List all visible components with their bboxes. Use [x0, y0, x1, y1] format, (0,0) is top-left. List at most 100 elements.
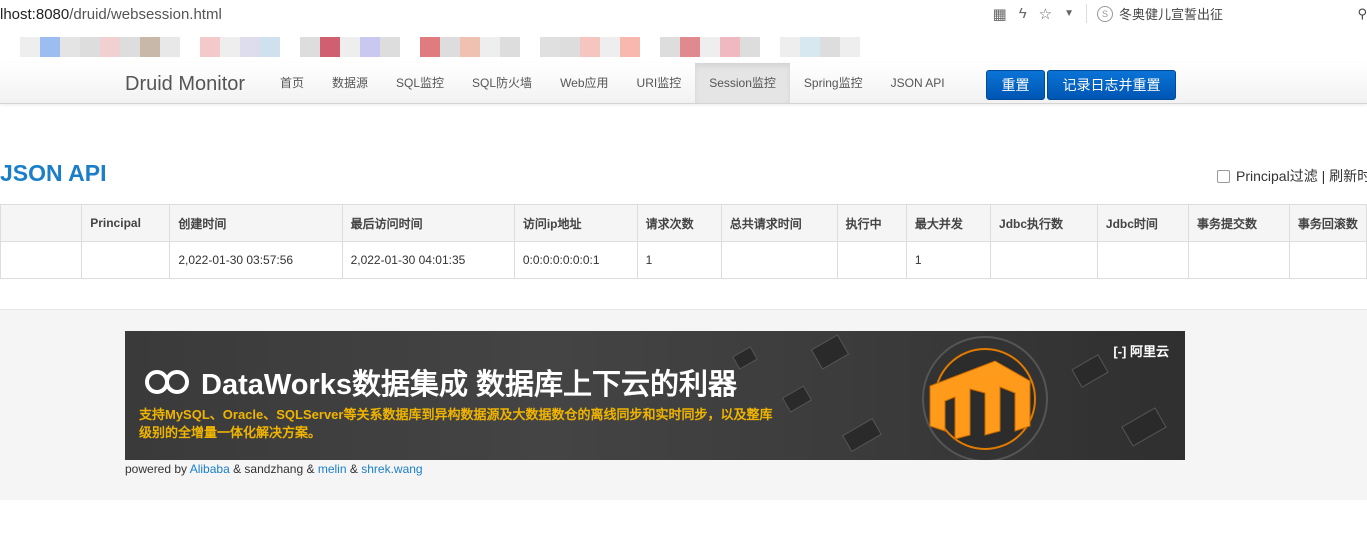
col-rollback-count[interactable]: 事务回滚数: [1288, 204, 1367, 242]
col-request-count[interactable]: 请求次数: [636, 204, 722, 242]
cell-remote-address: 0:0:0:0:0:0:0:1: [513, 241, 638, 279]
cell-rollback-count: [1288, 241, 1367, 279]
col-remote-address[interactable]: 访问ip地址: [513, 204, 638, 242]
star-icon[interactable]: ☆: [1039, 5, 1052, 23]
bookmark-tile[interactable]: [320, 37, 340, 57]
col-sessionid[interactable]: [0, 204, 83, 242]
principal-filter-checkbox[interactable]: [1217, 169, 1230, 183]
col-principal[interactable]: Principal: [81, 204, 171, 242]
alibaba-link[interactable]: Alibaba: [190, 462, 230, 476]
bookmark-tile[interactable]: [480, 37, 500, 57]
browser-toolbar: ▦ ϟ ☆ ▼ S 冬奥健儿宣誓出征 ⚲: [993, 4, 1367, 23]
col-jdbc-exec-count[interactable]: Jdbc执行数: [990, 204, 1098, 242]
col-last-access-time[interactable]: 最后访问时间: [341, 204, 515, 242]
bookmark-tile[interactable]: [240, 37, 260, 57]
bookmark-tile[interactable]: [220, 37, 240, 57]
cell-sessionid: [0, 241, 83, 279]
bookmark-tile[interactable]: [0, 37, 20, 57]
reset-button[interactable]: 重置: [986, 70, 1045, 100]
bookmark-tile[interactable]: [800, 37, 820, 57]
url-field[interactable]: lhost:8080/druid/websession.html: [0, 6, 222, 23]
bookmark-tile[interactable]: [260, 37, 280, 57]
nav-home[interactable]: 首页: [266, 63, 318, 103]
col-max-concurrent[interactable]: 最大并发: [905, 204, 992, 242]
log-and-reset-button[interactable]: 记录日志并重置: [1047, 70, 1176, 100]
bookmark-tile[interactable]: [720, 37, 740, 57]
powered-by-label: powered by: [125, 462, 188, 476]
bookmark-tile[interactable]: [580, 37, 600, 57]
aliyun-label: 阿里云: [1129, 344, 1169, 359]
col-request-time[interactable]: 总共请求时间: [720, 204, 838, 242]
bookmark-tile[interactable]: [840, 37, 860, 57]
bookmark-tile[interactable]: [460, 37, 480, 57]
nav-datasource[interactable]: 数据源: [318, 63, 382, 103]
bookmark-tile[interactable]: [180, 37, 200, 57]
bookmark-tile[interactable]: [300, 37, 320, 57]
bookmark-tile[interactable]: [680, 37, 700, 57]
brand-title[interactable]: Druid Monitor: [125, 73, 245, 96]
bookmark-tile[interactable]: [700, 37, 720, 57]
bookmark-tile[interactable]: [280, 37, 300, 57]
dataworks-ad-banner[interactable]: [-] 阿里云 DataWorks数据集成 数据库上下云的利器 支持MySQL、…: [125, 331, 1185, 460]
bookmark-tile[interactable]: [760, 37, 780, 57]
bookmark-tile[interactable]: [120, 37, 140, 57]
nav-json-api[interactable]: JSON API: [877, 63, 959, 103]
cell-jdbc-exec-count: [990, 241, 1098, 279]
bookmark-tile[interactable]: [80, 37, 100, 57]
url-host: lhost:8080: [0, 6, 70, 23]
search-icon[interactable]: ⚲: [1357, 6, 1367, 22]
nav-sql-monitor[interactable]: SQL监控: [382, 63, 458, 103]
bookmark-tile[interactable]: [600, 37, 620, 57]
nav-sql-firewall[interactable]: SQL防火墙: [458, 63, 546, 103]
lightning-icon[interactable]: ϟ: [1019, 5, 1027, 22]
bookmark-tile[interactable]: [20, 37, 40, 57]
bookmark-tile[interactable]: [140, 37, 160, 57]
bookmark-tile[interactable]: [660, 37, 680, 57]
bookmark-tile[interactable]: [100, 37, 120, 57]
cell-running: [836, 241, 907, 279]
bookmark-tile[interactable]: [740, 37, 760, 57]
session-table: Principal 创建时间 最后访问时间 访问ip地址 请求次数 总共请求时间…: [0, 204, 1367, 279]
bookmark-tile[interactable]: [640, 37, 660, 57]
col-running[interactable]: 执行中: [836, 204, 907, 242]
col-commit-count[interactable]: 事务提交数: [1187, 204, 1290, 242]
powered-by-sep2: &: [349, 462, 358, 476]
banner-subtitle: 支持MySQL、Oracle、SQLServer等关系数据库到异构数据源及大数据…: [139, 407, 773, 440]
table-row: 2,022-01-30 03:57:56 2,022-01-30 04:01:3…: [0, 241, 1367, 279]
bookmark-tile[interactable]: [60, 37, 80, 57]
melin-link[interactable]: melin: [318, 462, 347, 476]
cell-commit-count: [1187, 241, 1290, 279]
bookmark-tile[interactable]: [540, 37, 560, 57]
col-jdbc-time[interactable]: Jdbc时间: [1096, 204, 1189, 242]
bookmark-tile[interactable]: [560, 37, 580, 57]
top-navbar: Druid Monitor 首页 数据源 SQL监控 SQL防火墙 Web应用 …: [0, 63, 1367, 104]
qr-code-icon[interactable]: ▦: [993, 5, 1007, 23]
nav-session-monitor[interactable]: Session监控: [695, 63, 790, 103]
shrek-link[interactable]: shrek.wang: [361, 462, 422, 476]
bookmark-tile[interactable]: [420, 37, 440, 57]
bookmark-tile[interactable]: [620, 37, 640, 57]
bookmark-tile[interactable]: [160, 37, 180, 57]
nav-uri-monitor[interactable]: URI监控: [623, 63, 696, 103]
nav-web-app[interactable]: Web应用: [546, 63, 622, 103]
cell-max-concurrent: 1: [905, 241, 992, 279]
bookmark-tile[interactable]: [440, 37, 460, 57]
search-suggestion: 冬奥健儿宣誓出征: [1119, 7, 1224, 22]
bookmark-tile[interactable]: [200, 37, 220, 57]
browser-address-bar: lhost:8080/druid/websession.html ▦ ϟ ☆ ▼…: [0, 0, 1367, 30]
bookmark-tile[interactable]: [360, 37, 380, 57]
bookmark-tile[interactable]: [780, 37, 800, 57]
chevron-down-icon[interactable]: ▼: [1064, 8, 1074, 19]
nav-spring-monitor[interactable]: Spring监控: [790, 63, 877, 103]
bookmark-tile[interactable]: [40, 37, 60, 57]
bookmark-tile[interactable]: [340, 37, 360, 57]
bookmark-tile[interactable]: [400, 37, 420, 57]
banner-title-text: DataWorks数据集成 数据库上下云的利器: [201, 369, 738, 401]
bookmark-tile[interactable]: [380, 37, 400, 57]
browser-search-box[interactable]: S 冬奥健儿宣誓出征 ⚲: [1086, 4, 1367, 23]
bookmark-tile[interactable]: [820, 37, 840, 57]
cell-last-access-time: 2,022-01-30 04:01:35: [341, 241, 515, 279]
bookmark-tile[interactable]: [520, 37, 540, 57]
bookmark-tile[interactable]: [500, 37, 520, 57]
col-create-time[interactable]: 创建时间: [169, 204, 343, 242]
